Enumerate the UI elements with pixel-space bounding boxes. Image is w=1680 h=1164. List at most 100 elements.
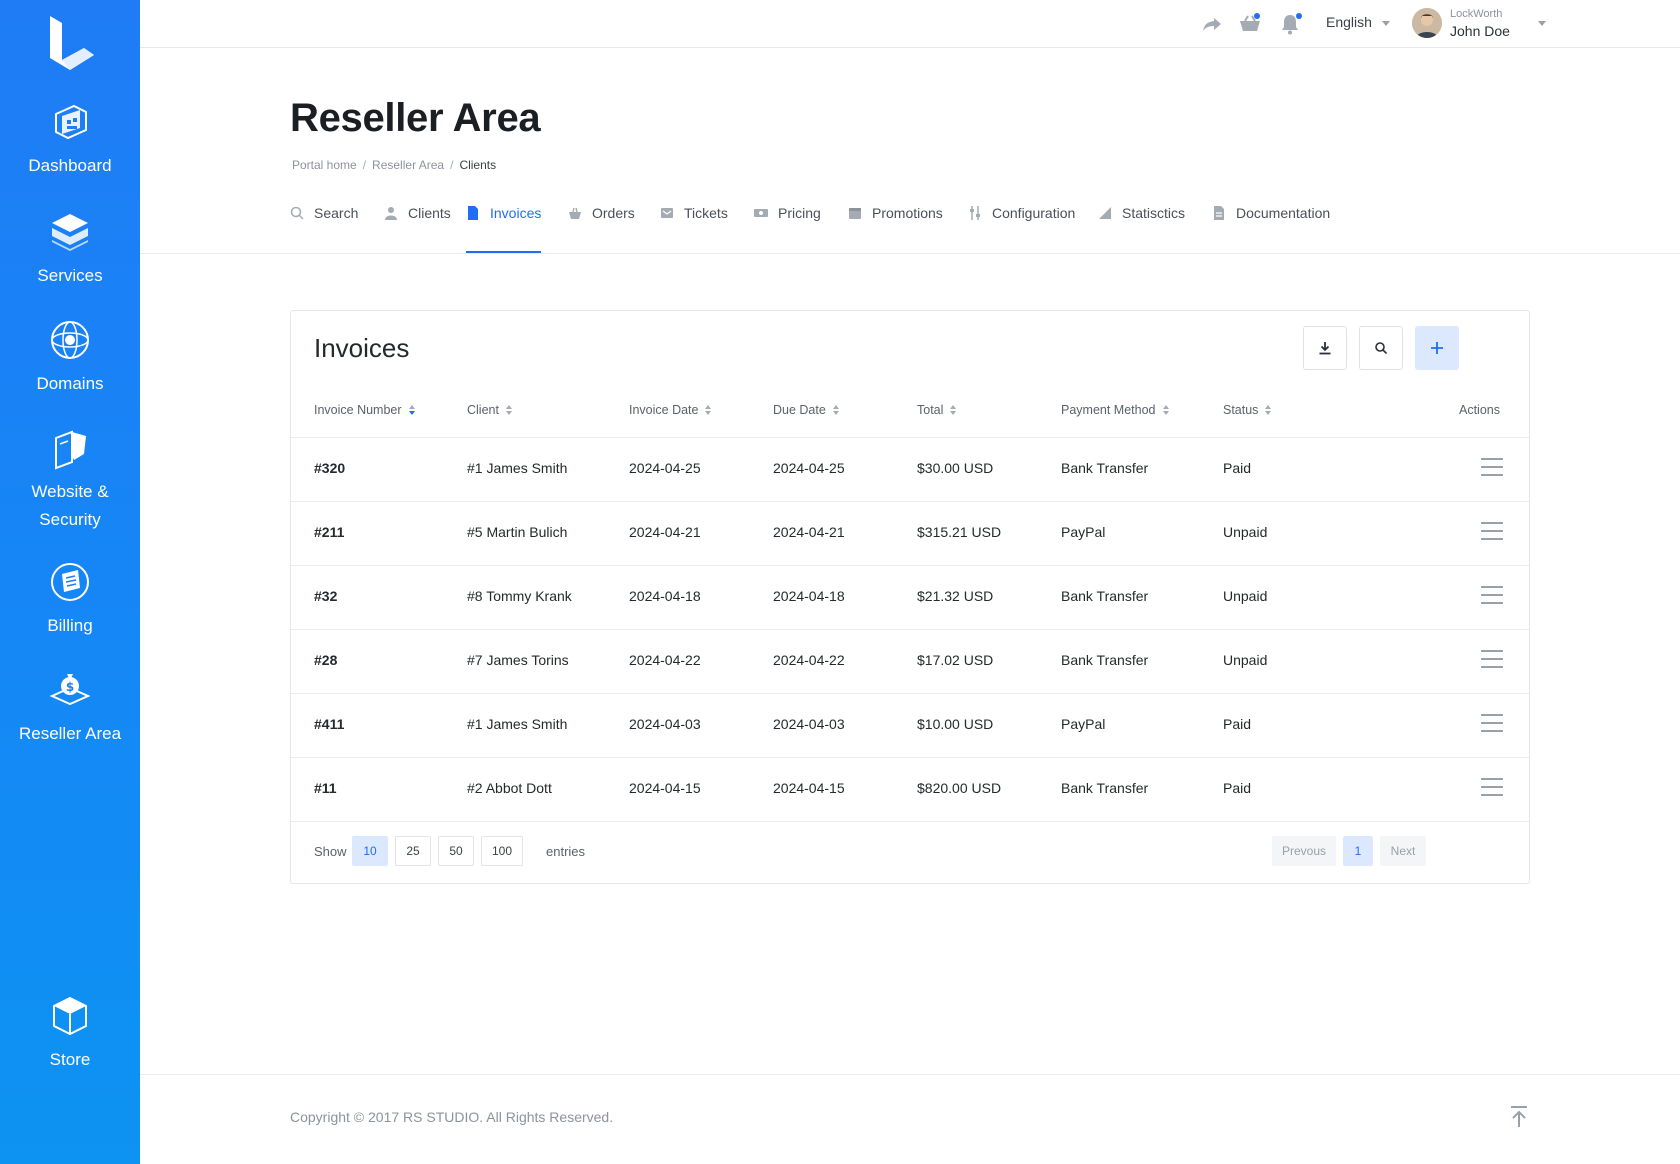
tab-invoices[interactable]: Invoices [466, 190, 542, 254]
invoice-number[interactable]: #28 [314, 652, 337, 668]
scroll-to-top-icon[interactable] [1508, 1105, 1530, 1129]
services-icon [52, 214, 88, 251]
row-actions-menu-icon[interactable] [1481, 458, 1503, 480]
column-header-label: Total [917, 403, 944, 417]
page-size-25[interactable]: 25 [395, 836, 431, 866]
sliders-icon [970, 206, 980, 220]
invoices-card: Invoices Invoice Number Client Invoice D… [290, 310, 1530, 884]
column-header-status[interactable]: Status [1223, 403, 1272, 417]
status-cell: Unpaid [1223, 588, 1268, 604]
invoice-number[interactable]: #11 [314, 780, 337, 796]
sort-icon [705, 405, 712, 415]
tab-configuration[interactable]: Configuration [968, 190, 1075, 254]
tab-search[interactable]: Search [290, 190, 358, 254]
column-header-due-date[interactable]: Due Date [773, 403, 840, 417]
logo-icon[interactable] [44, 14, 96, 78]
search-icon [290, 206, 304, 220]
tab-documentation[interactable]: Documentation [1212, 190, 1330, 254]
status-cell: Paid [1223, 716, 1252, 732]
sidebar-item-domains[interactable]: Domains [0, 318, 140, 398]
tab-tickets[interactable]: Tickets [660, 190, 728, 254]
column-header-label: Invoice Number [314, 403, 402, 417]
due-date-cell: 2024-04-15 [773, 780, 845, 796]
avatar[interactable] [1412, 8, 1442, 38]
page-1-button[interactable]: 1 [1343, 836, 1373, 866]
sort-icon [505, 405, 512, 415]
column-header-client[interactable]: Client [467, 403, 513, 417]
row-actions-menu-icon[interactable] [1481, 586, 1503, 608]
sidebar-item-website-security[interactable]: Website & Security [0, 426, 140, 534]
column-header-payment-method[interactable]: Payment Method [1061, 403, 1170, 417]
tab-clients[interactable]: Clients [384, 190, 451, 254]
invoice-date-cell: 2024-04-15 [629, 780, 701, 796]
column-header-invoice-date[interactable]: Invoice Date [629, 403, 712, 417]
row-actions-menu-icon[interactable] [1481, 522, 1503, 544]
breadcrumb-link[interactable]: Portal home [292, 158, 357, 172]
row-actions-menu-icon[interactable] [1481, 650, 1503, 672]
tab-label: Invoices [490, 205, 542, 221]
page-size-100[interactable]: 100 [481, 836, 523, 866]
column-header-total[interactable]: Total [917, 403, 957, 417]
table-row[interactable]: #211 #5 Martin Bulich 2024-04-21 2024-04… [291, 501, 1529, 565]
payment-method-cell: Bank Transfer [1061, 588, 1149, 604]
invoice-number[interactable]: #211 [314, 524, 344, 540]
user-menu[interactable]: LockWorth John Doe [1450, 7, 1546, 41]
status-cell: Unpaid [1223, 652, 1268, 668]
page-size-50[interactable]: 50 [438, 836, 474, 866]
payment-method-cell: PayPal [1061, 524, 1106, 540]
tab-orders[interactable]: Orders [568, 190, 635, 254]
column-header-invoice-number[interactable]: Invoice Number [314, 403, 416, 417]
chevron-down-icon [1381, 20, 1390, 26]
chevron-down-icon [1538, 21, 1546, 26]
row-actions-menu-icon[interactable] [1481, 714, 1503, 736]
card-title: Invoices [314, 333, 410, 363]
download-button[interactable] [1303, 326, 1347, 370]
sidebar-item-reseller-area[interactable]: $ Reseller Area [0, 668, 140, 748]
tab-pricing[interactable]: Pricing [754, 190, 821, 254]
domains-icon [51, 321, 89, 359]
sidebar-item-services[interactable]: Services [0, 210, 140, 290]
sidebar-item-billing[interactable]: Billing [0, 560, 140, 640]
invoice-number[interactable]: #320 [314, 460, 345, 476]
basket-notification-dot [1254, 13, 1260, 19]
table-row[interactable]: #320 #1 James Smith 2024-04-25 2024-04-2… [291, 437, 1529, 501]
next-page-button[interactable]: Next [1380, 836, 1426, 866]
language-selector[interactable]: English [1326, 14, 1390, 30]
search-button[interactable] [1359, 326, 1403, 370]
sidebar-item-store[interactable]: Store [0, 994, 140, 1074]
client-cell: #1 James Smith [467, 460, 568, 476]
sidebar-item-label: Domains [36, 374, 104, 393]
invoice-number[interactable]: #32 [314, 588, 337, 604]
previous-page-button[interactable]: Prevous [1272, 836, 1336, 866]
total-cell: $17.02 USD [917, 652, 994, 668]
row-actions-menu-icon[interactable] [1481, 778, 1503, 800]
page-size-10[interactable]: 10 [352, 836, 388, 866]
svg-text:$: $ [66, 680, 74, 694]
reseller-icon: $ [49, 674, 91, 706]
client-cell: #7 James Torins [467, 652, 569, 668]
basket-icon [569, 207, 581, 219]
table-row[interactable]: #411 #1 James Smith 2024-04-03 2024-04-0… [291, 693, 1529, 757]
due-date-cell: 2024-04-21 [773, 524, 845, 540]
invoice-number[interactable]: #411 [314, 716, 344, 732]
tab-statistics[interactable]: Statisctics [1098, 190, 1185, 254]
table-row[interactable]: #11 #2 Abbot Dott 2024-04-15 2024-04-15 … [291, 757, 1529, 821]
column-header-label: Status [1223, 403, 1259, 417]
breadcrumb-link[interactable]: Reseller Area [372, 158, 444, 172]
sort-icon [1265, 405, 1272, 415]
page-title: Reseller Area [290, 96, 541, 140]
client-cell: #8 Tommy Krank [467, 588, 572, 604]
client-cell: #5 Martin Bulich [467, 524, 568, 540]
table-row[interactable]: #32 #8 Tommy Krank 2024-04-18 2024-04-18… [291, 565, 1529, 629]
add-invoice-button[interactable] [1415, 326, 1459, 370]
invoice-date-cell: 2024-04-25 [629, 460, 701, 476]
sidebar-item-dashboard[interactable]: Dashboard [0, 100, 140, 180]
share-icon[interactable] [1200, 12, 1224, 36]
sort-desc-icon [408, 405, 415, 415]
tab-promotions[interactable]: Promotions [848, 190, 943, 254]
table-row[interactable]: #28 #7 James Torins 2024-04-22 2024-04-2… [291, 629, 1529, 693]
search-icon [1375, 342, 1388, 355]
sort-icon [1162, 405, 1169, 415]
payment-method-cell: PayPal [1061, 716, 1106, 732]
tab-label: Statisctics [1122, 205, 1186, 221]
